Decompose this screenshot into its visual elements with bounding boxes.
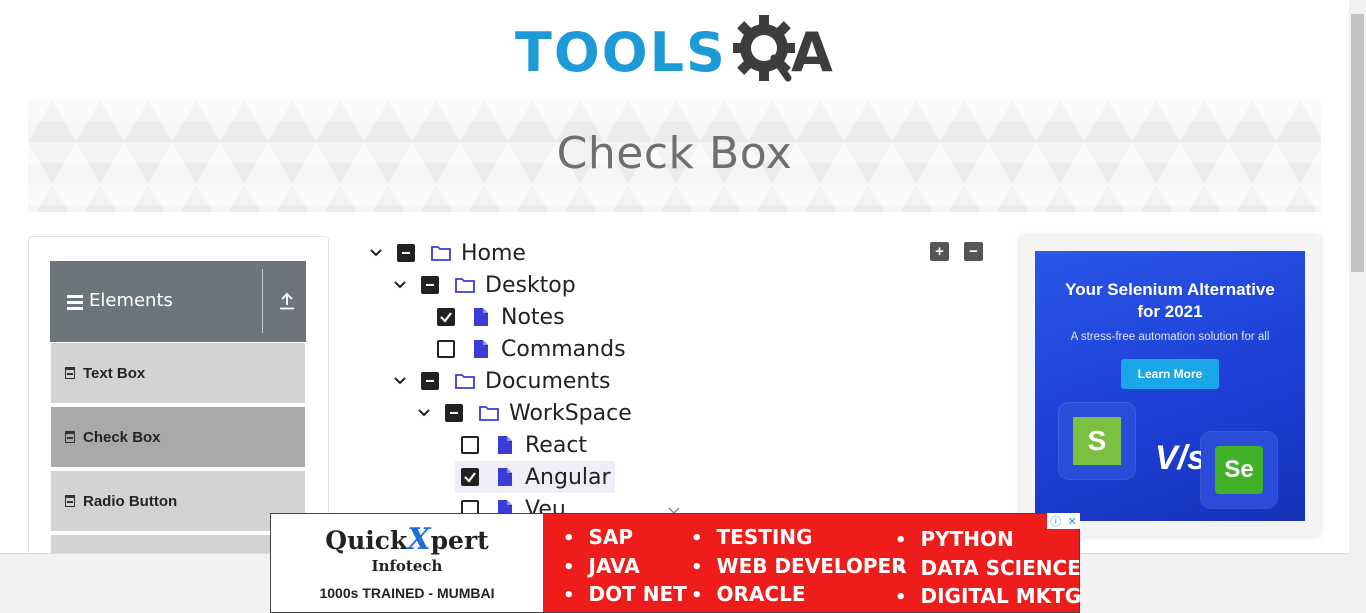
checkbox[interactable] (397, 244, 415, 262)
checkbox[interactable] (437, 308, 455, 326)
tree-node-documents: Documents (389, 365, 614, 397)
quickxpert-ad[interactable]: QuickXpert Infotech 1000s TRAINED - MUMB… (270, 513, 1089, 613)
site-logo[interactable]: TOOLS A (515, 14, 833, 91)
course-column-1: SAP JAVA DOT NET (563, 524, 687, 610)
page-title: Check Box (556, 128, 793, 179)
gear-q-icon (730, 14, 797, 91)
node-label[interactable]: WorkSpace (509, 401, 632, 426)
folder-icon (431, 243, 451, 263)
checkbox[interactable] (437, 340, 455, 358)
tree-node-home: Home (365, 237, 530, 269)
chevron-down-icon[interactable] (389, 274, 411, 296)
logo-text: TOOLS (515, 20, 727, 84)
checkbox[interactable] (445, 404, 463, 422)
elements-group-header[interactable]: Elements (50, 261, 306, 342)
doc-icon (65, 431, 75, 443)
course-column-3: PYTHON DATA SCIENCE DIGITAL MKTG. (895, 526, 1089, 612)
folder-icon (455, 371, 475, 391)
page-scrollbar[interactable] (1349, 0, 1366, 613)
ad-controls: ⓘ ✕ (1047, 513, 1080, 529)
tree-node-angular: Angular (455, 461, 615, 493)
close-icon[interactable]: ✕ (1068, 515, 1077, 528)
chevron-down-icon[interactable] (389, 370, 411, 392)
tree-node-workspace: WorkSpace (413, 397, 636, 429)
ad-brand-sub: Infotech (371, 557, 443, 575)
node-label[interactable]: Commands (501, 337, 626, 362)
ad-brand-name: QuickXpert (325, 522, 489, 557)
course-column-2: TESTING WEB DEVELOPER ORACLE (691, 524, 907, 610)
doc-icon (65, 367, 75, 379)
checkbox-tree: Home Desktop Notes Commands Documents Wo… (365, 236, 1005, 526)
logo-text-end: A (790, 20, 833, 84)
node-label[interactable]: React (525, 433, 587, 458)
selenium-alternative-ad[interactable]: Your Selenium Alternative for 2021 A str… (1020, 236, 1320, 536)
info-icon[interactable]: ⓘ (1050, 513, 1061, 529)
checkbox[interactable] (421, 372, 439, 390)
hamburger-icon (67, 295, 83, 313)
checkbox[interactable] (421, 276, 439, 294)
folder-icon (479, 403, 499, 423)
checkbox[interactable] (461, 468, 479, 486)
katalon-logo-icon: S (1059, 403, 1135, 479)
ad-brand-tagline: 1000s TRAINED - MUMBAI (319, 585, 495, 601)
file-icon (495, 435, 515, 455)
page-banner: Check Box (28, 100, 1321, 212)
sidebar-item-label: Text Box (83, 364, 146, 382)
ad-headline: Your Selenium Alternative for 2021 (1065, 280, 1275, 321)
ad-subline: A stress-free automation solution for al… (1070, 331, 1270, 343)
sidebar-item-label: Check Box (83, 428, 161, 446)
upload-arrow-icon[interactable] (272, 283, 302, 319)
ad-brand: QuickXpert Infotech 1000s TRAINED - MUMB… (271, 514, 543, 612)
node-label[interactable]: Home (461, 241, 526, 266)
sidebar-item-label: Radio Button (83, 492, 178, 510)
tree-node-notes: Notes (405, 301, 569, 333)
chevron-down-icon[interactable] (413, 402, 435, 424)
ad-course-list: SAP JAVA DOT NET TESTING WEB DEVELOPER O… (543, 514, 1089, 612)
sidebar-item-radio-button[interactable]: Radio Button (51, 471, 305, 532)
sidebar-item-text-box[interactable]: Text Box (51, 343, 305, 404)
node-label[interactable]: Desktop (485, 273, 576, 298)
scrollbar-thumb[interactable] (1351, 14, 1364, 272)
node-label[interactable]: Documents (485, 369, 610, 394)
doc-icon (65, 495, 75, 507)
checkbox[interactable] (461, 436, 479, 454)
file-icon (471, 339, 491, 359)
tree-node-commands: Commands (405, 333, 630, 365)
file-icon (471, 307, 491, 327)
header-divider (262, 269, 263, 333)
learn-more-button[interactable]: Learn More (1121, 359, 1219, 389)
chevron-down-icon[interactable] (365, 242, 387, 264)
vs-text: V/s (1155, 439, 1207, 477)
node-label[interactable]: Notes (501, 305, 565, 330)
selenium-logo-icon: Se (1201, 432, 1277, 508)
tree-node-react: React (429, 429, 591, 461)
folder-icon (455, 275, 475, 295)
group-title: Elements (89, 290, 173, 311)
tree-node-desktop: Desktop (389, 269, 580, 301)
node-label[interactable]: Angular (525, 465, 611, 490)
ad-creative: Your Selenium Alternative for 2021 A str… (1035, 251, 1305, 521)
sidebar-item-check-box[interactable]: Check Box (51, 407, 305, 468)
file-icon (495, 467, 515, 487)
